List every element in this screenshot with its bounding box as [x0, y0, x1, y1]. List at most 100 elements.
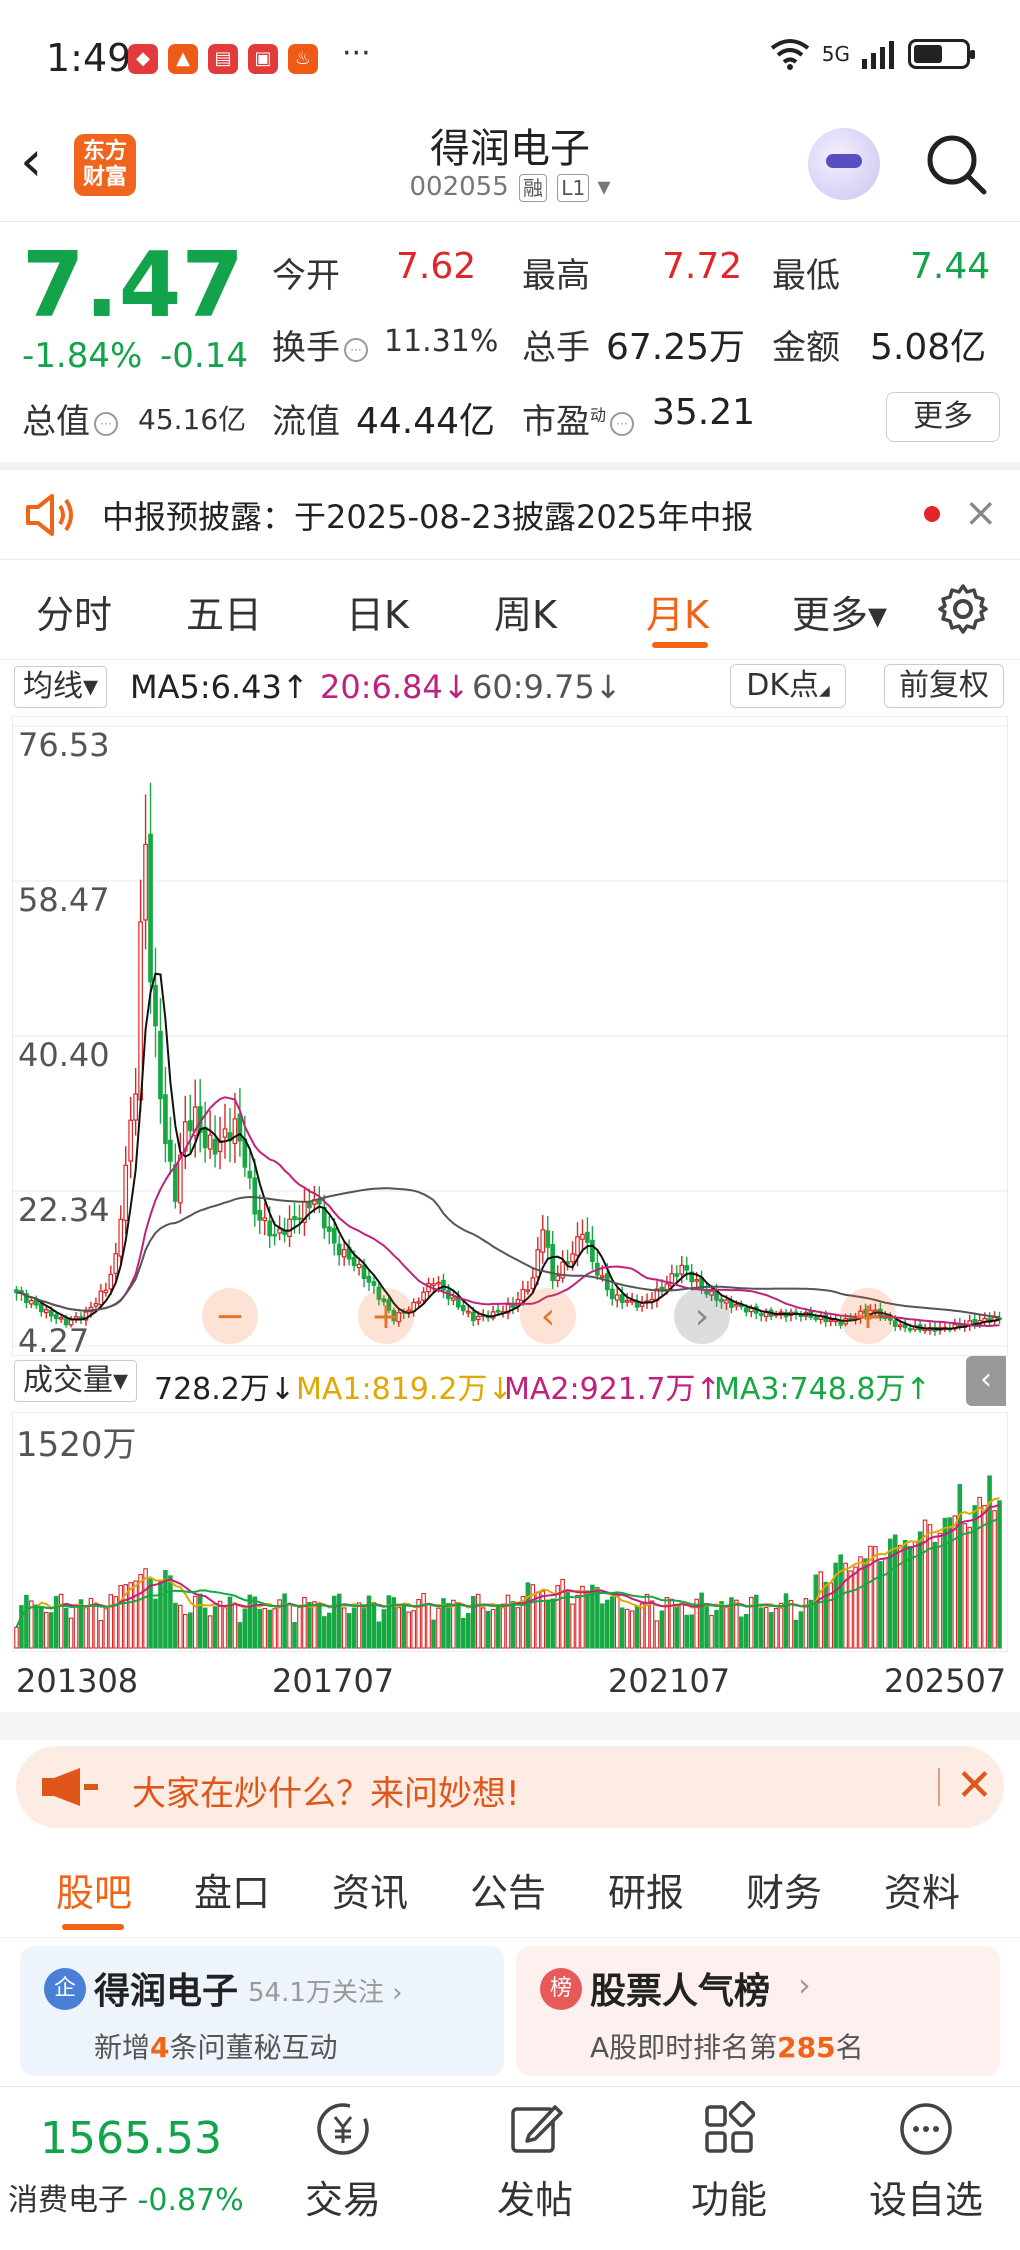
- candle-body: [421, 1291, 426, 1301]
- volume-bar: [798, 1611, 804, 1649]
- volume-bar: [361, 1604, 367, 1649]
- candle-body: [202, 1126, 208, 1149]
- volume-axis-label: 1520万: [16, 1425, 137, 1465]
- volume-bar: [982, 1504, 987, 1649]
- dk-point-button[interactable]: DK点◢: [730, 664, 846, 708]
- volume-bar: [758, 1607, 764, 1649]
- volume-bar: [401, 1606, 407, 1649]
- info-icon[interactable]: ···: [344, 337, 368, 362]
- popularity-card[interactable]: 榜 股票人气榜 › A股即时排名第285名: [516, 1946, 1000, 2076]
- volume-bar: [376, 1621, 382, 1649]
- candle-body: [416, 1301, 421, 1304]
- volume-bar: [659, 1610, 665, 1649]
- sector-index-name: 消费电子: [8, 2183, 128, 2218]
- tab-profile[interactable]: 资料: [884, 1862, 960, 1917]
- app-notification-icon: ▣: [248, 44, 278, 74]
- notice-bar[interactable]: 中报预披露：于2025-08-23披露2025年中报 ×: [0, 470, 1020, 560]
- volume-bar: [43, 1611, 49, 1649]
- chart-control-button[interactable]: ‹: [520, 1288, 576, 1344]
- volume-bar: [312, 1601, 317, 1649]
- volume-bar: [297, 1606, 302, 1649]
- tab-news[interactable]: 资讯: [332, 1862, 408, 1917]
- tab-intraday[interactable]: 分时: [36, 584, 112, 639]
- chart-control-button[interactable]: ›: [674, 1288, 730, 1344]
- chart-control-button[interactable]: +: [840, 1288, 896, 1344]
- volume-chart[interactable]: 1520万: [12, 1412, 1008, 1652]
- volume-bar: [788, 1599, 794, 1649]
- tab-daily-k[interactable]: 日K: [346, 584, 409, 639]
- candle-body: [674, 1273, 680, 1277]
- candle-body: [341, 1248, 347, 1258]
- tab-forum[interactable]: 股吧: [56, 1862, 132, 1917]
- volume-bar: [902, 1539, 908, 1649]
- pe-label[interactable]: 市盈动 ···: [522, 394, 638, 443]
- post-button[interactable]: 发帖: [470, 2099, 600, 2224]
- ma-select[interactable]: 均线▾: [14, 666, 108, 708]
- ai-question-banner[interactable]: 大家在炒什么？来问妙想! ✕: [16, 1746, 1004, 1828]
- volume-bar: [133, 1580, 138, 1649]
- tab-announcements[interactable]: 公告: [470, 1862, 546, 1917]
- quote-panel: 7.47 -1.84% -0.14 今开 7.62 最高 7.72 最低 7.4…: [0, 222, 1020, 462]
- tab-weekly-k[interactable]: 周K: [494, 584, 557, 639]
- speaker-icon: [26, 494, 73, 536]
- tab-orderbook[interactable]: 盘口: [194, 1862, 270, 1917]
- candle-body: [441, 1279, 446, 1291]
- volume-bar: [331, 1595, 337, 1649]
- add-watchlist-button[interactable]: 设自选: [856, 2099, 996, 2224]
- volume-bar: [624, 1608, 630, 1649]
- grid-icon: [705, 2100, 756, 2153]
- volume-bar: [942, 1517, 948, 1649]
- tab-monthly-k[interactable]: 月K: [646, 584, 709, 639]
- close-icon[interactable]: ✕: [956, 1760, 993, 1811]
- pe-label-text: 市盈: [522, 402, 590, 442]
- candle-body: [187, 1120, 193, 1132]
- candle-body: [252, 1177, 258, 1215]
- chart-control-button[interactable]: +: [358, 1288, 414, 1344]
- volume-bar: [128, 1582, 133, 1649]
- turnover-label[interactable]: 换手 ···: [272, 320, 372, 369]
- volume-bar: [118, 1584, 124, 1649]
- collapse-panel-button[interactable]: ‹: [966, 1356, 1006, 1406]
- volume-bar: [202, 1607, 208, 1649]
- candle-body: [540, 1229, 546, 1253]
- adjust-mode-button[interactable]: 前复权: [884, 664, 1004, 708]
- total-mv-label[interactable]: 总值 ···: [22, 394, 122, 443]
- x-tick-label: 202507: [884, 1662, 1007, 1700]
- turnover-value: 11.31%: [384, 324, 499, 359]
- volume-bar: [63, 1607, 69, 1649]
- volume-bar: [550, 1598, 555, 1649]
- search-icon[interactable]: [924, 132, 988, 196]
- volume-select[interactable]: 成交量▾: [14, 1360, 138, 1402]
- volume-bar: [232, 1602, 238, 1649]
- signal-icon: [862, 41, 894, 69]
- more-quote-button[interactable]: 更多: [886, 392, 1000, 442]
- tab-more[interactable]: 更多▾: [792, 584, 887, 639]
- info-icon[interactable]: ···: [94, 411, 118, 436]
- volume-bar: [709, 1614, 714, 1649]
- tab-five-day[interactable]: 五日: [186, 584, 262, 639]
- candle-body: [63, 1318, 69, 1326]
- volume-bar: [197, 1593, 203, 1649]
- candle-body: [29, 1299, 34, 1305]
- candle-body: [575, 1236, 580, 1256]
- candle-body: [247, 1170, 253, 1179]
- x-tick-label: 201707: [272, 1662, 395, 1700]
- functions-button[interactable]: 功能: [664, 2099, 794, 2224]
- chevron-down-icon: ▾: [597, 172, 611, 202]
- volume-bar: [892, 1534, 898, 1649]
- ai-assistant-avatar[interactable]: [808, 128, 880, 200]
- candle-body: [232, 1118, 238, 1144]
- chart-control-button[interactable]: −: [202, 1288, 258, 1344]
- tab-financials[interactable]: 财务: [746, 1862, 822, 1917]
- info-icon[interactable]: ···: [610, 411, 635, 436]
- trade-button[interactable]: 交易: [278, 2099, 408, 2224]
- volume-bar: [421, 1592, 426, 1649]
- gear-icon[interactable]: [936, 582, 990, 636]
- tab-research[interactable]: 研报: [608, 1862, 684, 1917]
- volume-bar: [783, 1593, 789, 1649]
- close-icon[interactable]: ×: [964, 490, 998, 536]
- company-card[interactable]: 企 得润电子 54.1万关注 › 新增4条问董秘互动: [20, 1946, 504, 2076]
- pe-value: 35.21: [652, 392, 756, 433]
- candle-body: [108, 1273, 114, 1290]
- kline-chart[interactable]: 76.53 58.47 40.40 22.34 4.27 − + ‹ › +: [12, 716, 1008, 1356]
